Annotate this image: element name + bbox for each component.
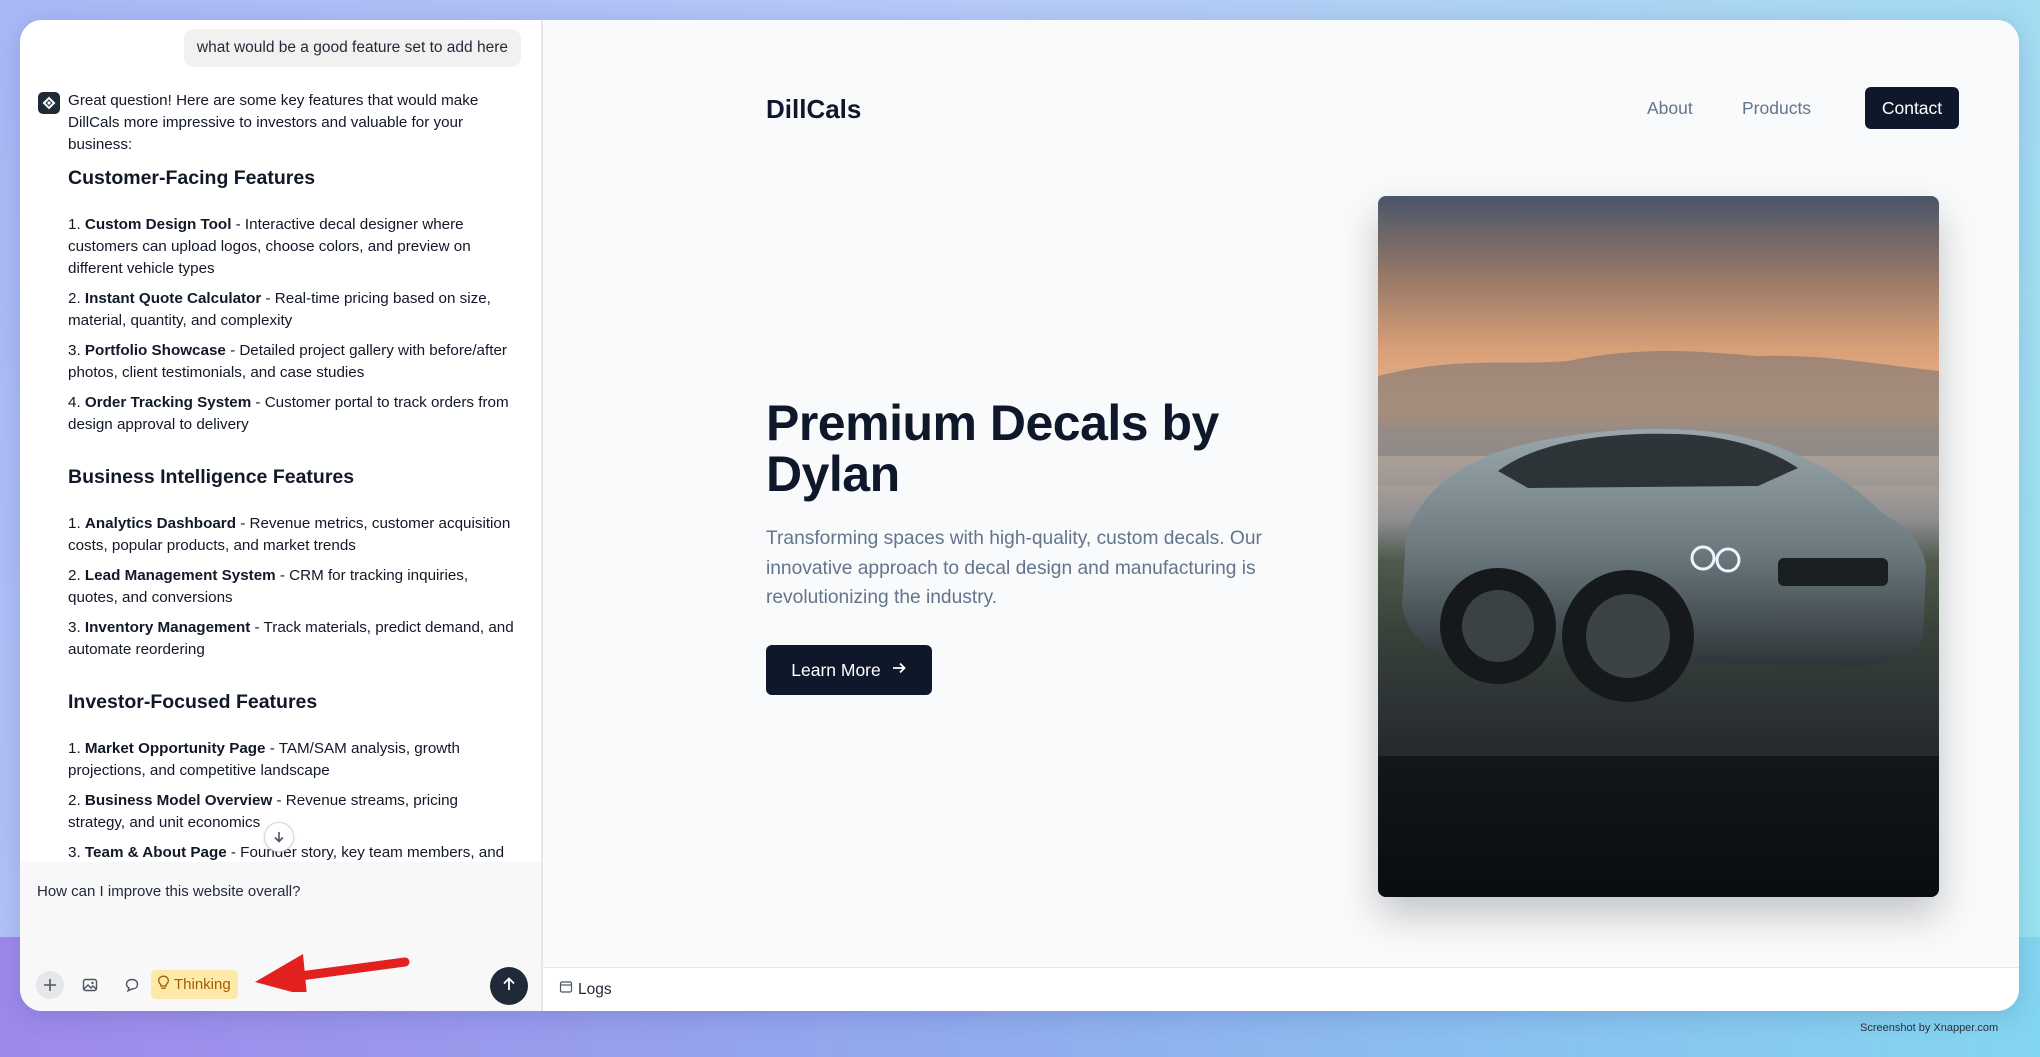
logs-button[interactable]: Logs (559, 980, 612, 999)
hero-title: Premium Decals by Dylan (766, 395, 1219, 502)
nav-contact-button[interactable]: Contact (1865, 87, 1959, 129)
chat-scroll-area[interactable]: what would be a good feature set to add … (20, 20, 541, 860)
list-item: 1. Analytics Dashboard - Revenue metrics… (68, 515, 511, 554)
send-button[interactable] (490, 967, 528, 1005)
thinking-toggle[interactable]: Thinking (151, 970, 238, 999)
logs-bar: Logs (543, 967, 2019, 1011)
feature-list: 1. Custom Design Tool - Interactive deca… (68, 214, 518, 436)
website-preview: DillCals About Products Contact Premium … (543, 20, 2019, 967)
section-title: Customer-Facing Features (68, 167, 316, 189)
list-item: 1. Custom Design Tool - Interactive deca… (68, 216, 471, 277)
section-title: Business Intelligence Features (68, 466, 355, 488)
bot-logo-icon (38, 92, 60, 114)
learn-more-label: Learn More (791, 659, 881, 680)
nav-link-about[interactable]: About (1647, 98, 1693, 119)
list-item: 2. Business Model Overview - Revenue str… (68, 792, 458, 831)
list-item: 3. Inventory Management - Track material… (68, 619, 514, 658)
learn-more-button[interactable]: Learn More (766, 645, 932, 695)
watermark: Screenshot by Xnapper.com (1860, 1022, 1999, 1034)
annotation-arrow-icon (255, 954, 410, 992)
assistant-reply: Great question! Here are some key featur… (68, 90, 518, 860)
list-item: 2. Lead Management System - CRM for trac… (68, 567, 469, 606)
app-window: what would be a good feature set to add … (20, 20, 2019, 1011)
reply-intro: Great question! Here are some key featur… (68, 92, 479, 153)
image-icon[interactable] (76, 971, 104, 999)
chat-input[interactable] (35, 882, 519, 901)
send-arrow-icon (501, 976, 517, 997)
list-item: 3. Portfolio Showcase - Detailed project… (68, 342, 507, 381)
list-item: 2. Instant Quote Calculator - Real-time … (68, 290, 491, 329)
user-message: what would be a good feature set to add … (183, 29, 521, 67)
scroll-down-icon[interactable] (264, 822, 294, 852)
thinking-label: Thinking (174, 976, 231, 993)
logs-label: Logs (578, 980, 612, 998)
feature-list: 1. Analytics Dashboard - Revenue metrics… (68, 513, 518, 661)
section-title: Investor-Focused Features (68, 691, 318, 713)
chat-panel: what would be a good feature set to add … (20, 20, 543, 1011)
hero-car-image (1378, 196, 1939, 897)
arrow-right-icon (891, 660, 907, 681)
lightbulb-icon (157, 975, 170, 994)
hero-description: Transforming spaces with high-quality, c… (766, 528, 1262, 608)
site-logo[interactable]: DillCals (766, 94, 861, 125)
chat-icon[interactable] (118, 971, 146, 999)
list-item: 4. Order Tracking System - Customer port… (68, 394, 509, 433)
nav-link-products[interactable]: Products (1742, 98, 1811, 119)
plus-icon[interactable] (36, 971, 64, 999)
logs-icon (559, 980, 573, 999)
list-item: 3. Team & About Page - Founder story, ke… (68, 844, 505, 860)
list-item: 1. Market Opportunity Page - TAM/SAM ana… (68, 740, 460, 779)
